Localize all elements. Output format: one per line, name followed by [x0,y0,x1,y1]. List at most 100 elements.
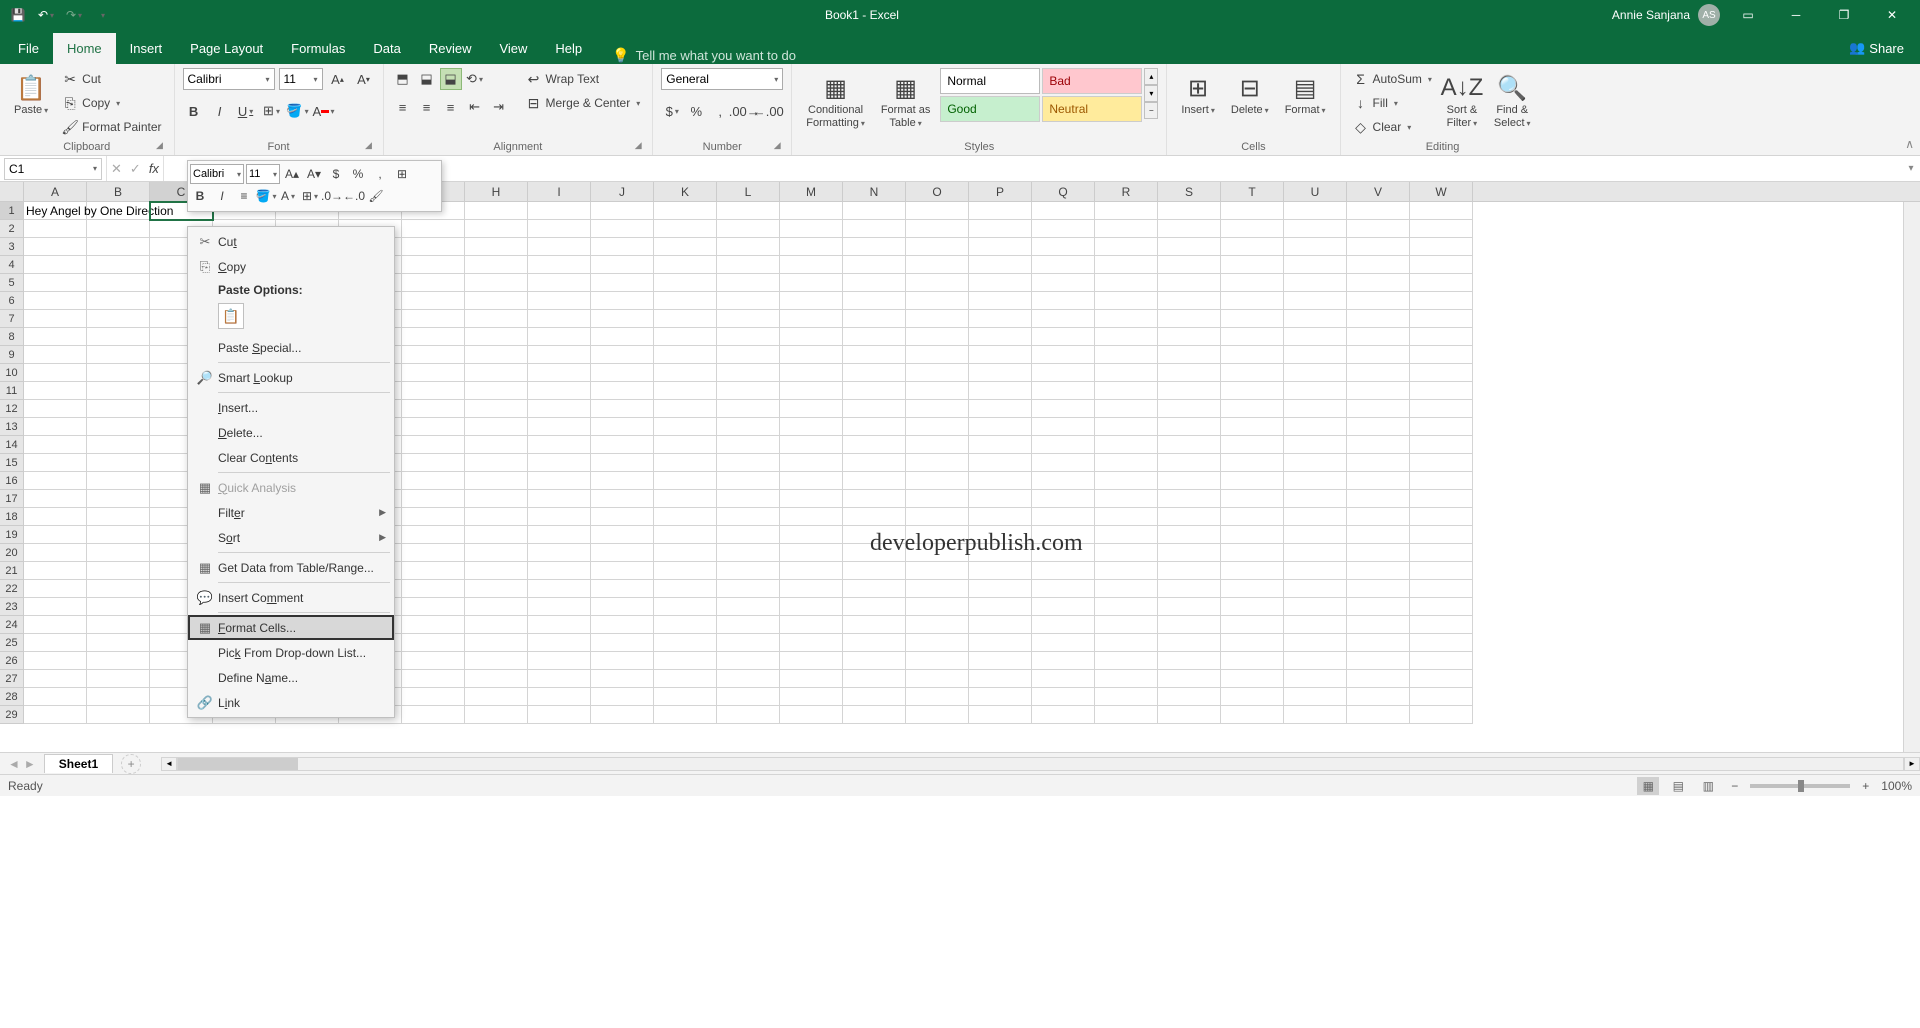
cell-K27[interactable] [654,670,717,688]
cell-O8[interactable] [906,328,969,346]
maximize-icon[interactable]: ❐ [1824,0,1864,30]
cell-W26[interactable] [1410,652,1473,670]
cell-Q24[interactable] [1032,616,1095,634]
cm-pick-list[interactable]: Pick From Drop-down List... [188,640,394,665]
cell-H2[interactable] [465,220,528,238]
mini-align-icon[interactable]: ≡ [234,186,254,206]
cell-J8[interactable] [591,328,654,346]
cell-A26[interactable] [24,652,87,670]
cell-H12[interactable] [465,400,528,418]
cell-S15[interactable] [1158,454,1221,472]
cell-S20[interactable] [1158,544,1221,562]
col-header-K[interactable]: K [654,182,717,201]
cell-S5[interactable] [1158,274,1221,292]
row-header-29[interactable]: 29 [0,706,24,724]
decrease-font-size-button[interactable]: A▾ [353,68,375,90]
cell-I29[interactable] [528,706,591,724]
cell-M29[interactable] [780,706,843,724]
cell-I18[interactable] [528,508,591,526]
cell-P2[interactable] [969,220,1032,238]
cell-P21[interactable] [969,562,1032,580]
cell-R4[interactable] [1095,256,1158,274]
cell-A28[interactable] [24,688,87,706]
row-header-9[interactable]: 9 [0,346,24,364]
cell-J20[interactable] [591,544,654,562]
cell-S27[interactable] [1158,670,1221,688]
cell-K1[interactable] [654,202,717,220]
cell-P15[interactable] [969,454,1032,472]
fill-button[interactable]: ↓Fill▾ [1349,92,1436,114]
cell-R6[interactable] [1095,292,1158,310]
cell-Q11[interactable] [1032,382,1095,400]
cell-M7[interactable] [780,310,843,328]
cell-S1[interactable] [1158,202,1221,220]
cell-G21[interactable] [402,562,465,580]
row-header-26[interactable]: 26 [0,652,24,670]
cell-I13[interactable] [528,418,591,436]
qat-customize-icon[interactable]: ▾ [92,5,112,25]
cell-L21[interactable] [717,562,780,580]
insert-function-icon[interactable]: fx [149,161,159,176]
cell-T15[interactable] [1221,454,1284,472]
mini-decrease-font-icon[interactable]: A▾ [304,164,324,184]
cell-V26[interactable] [1347,652,1410,670]
cell-O10[interactable] [906,364,969,382]
cell-B2[interactable] [87,220,150,238]
undo-icon[interactable]: ↶▾ [36,5,56,25]
cell-M3[interactable] [780,238,843,256]
cell-K23[interactable] [654,598,717,616]
cell-R13[interactable] [1095,418,1158,436]
cell-Q23[interactable] [1032,598,1095,616]
cell-H8[interactable] [465,328,528,346]
cell-K15[interactable] [654,454,717,472]
cell-J29[interactable] [591,706,654,724]
cell-H9[interactable] [465,346,528,364]
cell-K29[interactable] [654,706,717,724]
cell-P27[interactable] [969,670,1032,688]
cell-P11[interactable] [969,382,1032,400]
cell-B10[interactable] [87,364,150,382]
cell-R9[interactable] [1095,346,1158,364]
cell-M19[interactable] [780,526,843,544]
cell-S26[interactable] [1158,652,1221,670]
cell-I17[interactable] [528,490,591,508]
cell-V18[interactable] [1347,508,1410,526]
cell-I15[interactable] [528,454,591,472]
cell-H3[interactable] [465,238,528,256]
cell-R11[interactable] [1095,382,1158,400]
cell-T14[interactable] [1221,436,1284,454]
cm-link[interactable]: 🔗Link [188,690,394,715]
cell-O23[interactable] [906,598,969,616]
col-header-U[interactable]: U [1284,182,1347,201]
row-header-2[interactable]: 2 [0,220,24,238]
cell-N3[interactable] [843,238,906,256]
cell-W5[interactable] [1410,274,1473,292]
cell-T23[interactable] [1221,598,1284,616]
cell-A21[interactable] [24,562,87,580]
row-header-14[interactable]: 14 [0,436,24,454]
cell-B27[interactable] [87,670,150,688]
underline-button[interactable]: U▾ [235,100,257,122]
cell-Q2[interactable] [1032,220,1095,238]
format-cells-button[interactable]: ▤Format▾ [1279,68,1332,121]
cell-L17[interactable] [717,490,780,508]
cell-J26[interactable] [591,652,654,670]
page-break-view-icon[interactable]: ▥ [1697,777,1719,795]
cell-J7[interactable] [591,310,654,328]
cell-K6[interactable] [654,292,717,310]
cell-H17[interactable] [465,490,528,508]
cell-M20[interactable] [780,544,843,562]
user-avatar[interactable]: AS [1698,4,1720,26]
cell-B11[interactable] [87,382,150,400]
cell-K2[interactable] [654,220,717,238]
cell-U13[interactable] [1284,418,1347,436]
cell-H16[interactable] [465,472,528,490]
cell-L5[interactable] [717,274,780,292]
cell-T28[interactable] [1221,688,1284,706]
cell-I9[interactable] [528,346,591,364]
cell-R24[interactable] [1095,616,1158,634]
cell-U5[interactable] [1284,274,1347,292]
cell-S25[interactable] [1158,634,1221,652]
cell-M18[interactable] [780,508,843,526]
cell-G11[interactable] [402,382,465,400]
